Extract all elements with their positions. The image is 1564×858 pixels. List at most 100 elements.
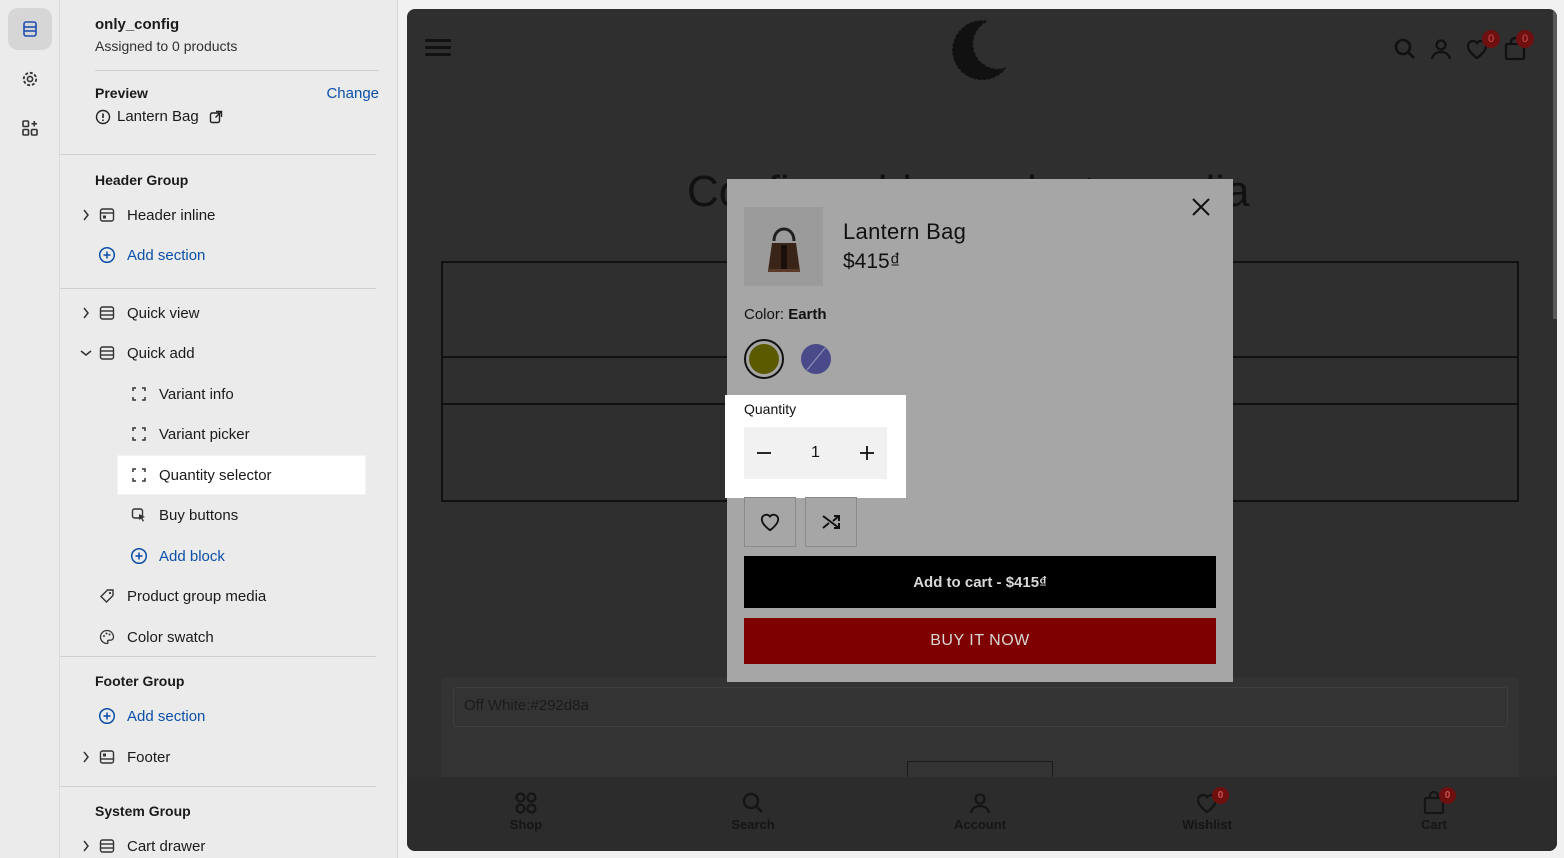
add-section-label: Add section	[127, 246, 206, 264]
bottom-nav-label: Shop	[509, 817, 543, 832]
cart-count-badge: 0	[1516, 30, 1534, 48]
theme-settings-nav-button[interactable]	[8, 58, 52, 100]
buy-it-now-button[interactable]: BUY IT NOW	[744, 618, 1216, 664]
section-icon	[98, 304, 116, 322]
plus-circle-icon	[130, 547, 148, 565]
account-icon[interactable]	[1429, 37, 1453, 61]
block-label: Quantity selector	[159, 466, 272, 484]
section-label: Quick view	[127, 304, 200, 322]
quantity-decrease-button[interactable]	[744, 427, 784, 479]
product-title: Lantern Bag	[843, 219, 967, 244]
bottom-nav-label: Wishlist	[1182, 817, 1232, 832]
sections-nav-button[interactable]	[8, 8, 52, 50]
add-block-button[interactable]: Add block	[60, 538, 376, 574]
divider	[95, 70, 379, 71]
plus-icon	[860, 446, 874, 460]
footer-section-icon	[98, 748, 116, 766]
palette-icon	[98, 628, 116, 646]
block-quantity-selector[interactable]: Quantity selector	[60, 457, 376, 493]
bottom-nav-wishlist[interactable]: 0 Wishlist	[1162, 787, 1252, 832]
block-label: Variant picker	[159, 425, 250, 443]
add-to-wishlist-button[interactable]	[744, 497, 796, 547]
section-product-group-media[interactable]: Product group media	[60, 578, 376, 614]
add-section-label: Add section	[127, 707, 206, 725]
block-buy-buttons[interactable]: Buy buttons	[60, 497, 376, 533]
config-textarea[interactable]: Off White:#292d8a	[453, 687, 1508, 727]
sections-sidebar: only_config Assigned to 0 products Previ…	[60, 0, 398, 858]
section-label: Product group media	[127, 587, 267, 605]
divider	[60, 786, 376, 787]
system-group-title: System Group	[95, 803, 191, 819]
block-variant-info[interactable]: Variant info	[60, 376, 376, 412]
section-icon	[98, 344, 116, 362]
section-icon	[98, 837, 116, 855]
divider	[60, 288, 376, 289]
swatch-color	[749, 344, 779, 374]
bottom-nav-account[interactable]: Account	[935, 791, 1025, 832]
menu-icon[interactable]	[425, 39, 451, 57]
preview-scrollbar[interactable]	[1553, 9, 1557, 319]
grid-icon	[515, 792, 537, 814]
preview-product-name: Lantern Bag	[117, 108, 199, 125]
swatch-off-white[interactable]	[796, 339, 836, 379]
block-variant-picker[interactable]: Variant picker	[60, 416, 376, 452]
close-icon[interactable]	[1189, 195, 1213, 219]
chevron-right-icon[interactable]	[80, 209, 92, 221]
section-color-swatch[interactable]: Color swatch	[60, 619, 376, 655]
add-to-cart-button[interactable]: Add to cart - $415₫	[744, 556, 1216, 608]
editor-icon-rail	[0, 0, 60, 858]
section-header-inline[interactable]: Header inline	[60, 197, 376, 233]
crescent-moon-logo[interactable]	[945, 15, 1015, 85]
apps-nav-button[interactable]	[8, 107, 52, 149]
minus-icon	[757, 452, 771, 454]
section-label: Color swatch	[127, 628, 214, 646]
chevron-down-icon[interactable]	[80, 347, 92, 359]
section-cart-drawer[interactable]: Cart drawer	[60, 828, 376, 858]
cursor-click-icon	[130, 506, 148, 524]
product-price: $415₫	[843, 250, 901, 273]
section-footer[interactable]: Footer	[60, 739, 376, 775]
quick-add-modal: Lantern Bag $415₫ Color: Earth Quantity …	[725, 179, 1233, 682]
unavailable-slash-icon	[806, 347, 826, 371]
swatch-color	[801, 344, 831, 374]
section-label: Footer	[127, 748, 171, 766]
chevron-right-icon[interactable]	[80, 751, 92, 763]
footer-add-section-button[interactable]: Add section	[60, 698, 376, 734]
chevron-right-icon[interactable]	[80, 840, 92, 852]
block-icon	[130, 466, 148, 484]
selected-color-name: Earth	[788, 306, 827, 323]
section-quick-add[interactable]: Quick add	[60, 335, 376, 371]
product-thumbnail[interactable]	[744, 207, 823, 286]
add-block-label: Add block	[159, 547, 225, 565]
header-add-section-button[interactable]: Add section	[60, 237, 376, 273]
lantern-bag-image	[767, 227, 800, 272]
heart-icon	[760, 513, 780, 532]
chevron-right-icon[interactable]	[80, 307, 92, 319]
account-icon	[969, 793, 991, 814]
block-icon	[130, 425, 148, 443]
section-quick-view[interactable]: Quick view	[60, 295, 376, 331]
quantity-increase-button[interactable]	[847, 427, 887, 479]
swatch-earth[interactable]	[744, 339, 784, 379]
search-icon[interactable]	[1393, 37, 1417, 61]
tag-icon	[98, 587, 116, 605]
bottom-nav-search[interactable]: Search	[708, 791, 798, 832]
bottom-nav-label: Search	[731, 817, 775, 832]
external-link-icon[interactable]	[209, 110, 223, 124]
info-icon	[95, 109, 111, 124]
compare-button[interactable]	[805, 497, 857, 547]
block-icon	[130, 385, 148, 403]
quantity-stepper[interactable]: 1	[744, 427, 887, 479]
divider	[60, 154, 376, 155]
block-label: Variant info	[159, 385, 234, 403]
bottom-nav-shop[interactable]: Shop	[481, 791, 571, 832]
header-group-title: Header Group	[95, 172, 189, 188]
change-preview-link[interactable]: Change	[326, 85, 379, 102]
bottom-nav-cart[interactable]: 0 Cart	[1389, 787, 1479, 832]
plus-circle-icon	[98, 246, 116, 264]
quantity-input[interactable]: 1	[784, 427, 847, 479]
mobile-bottom-nav: Shop Search Account 0 Wishlist 0 Cart	[407, 777, 1557, 851]
header-section-icon	[98, 206, 116, 224]
preview-product[interactable]: Lantern Bag	[95, 108, 379, 125]
footer-group-title: Footer Group	[95, 673, 185, 689]
